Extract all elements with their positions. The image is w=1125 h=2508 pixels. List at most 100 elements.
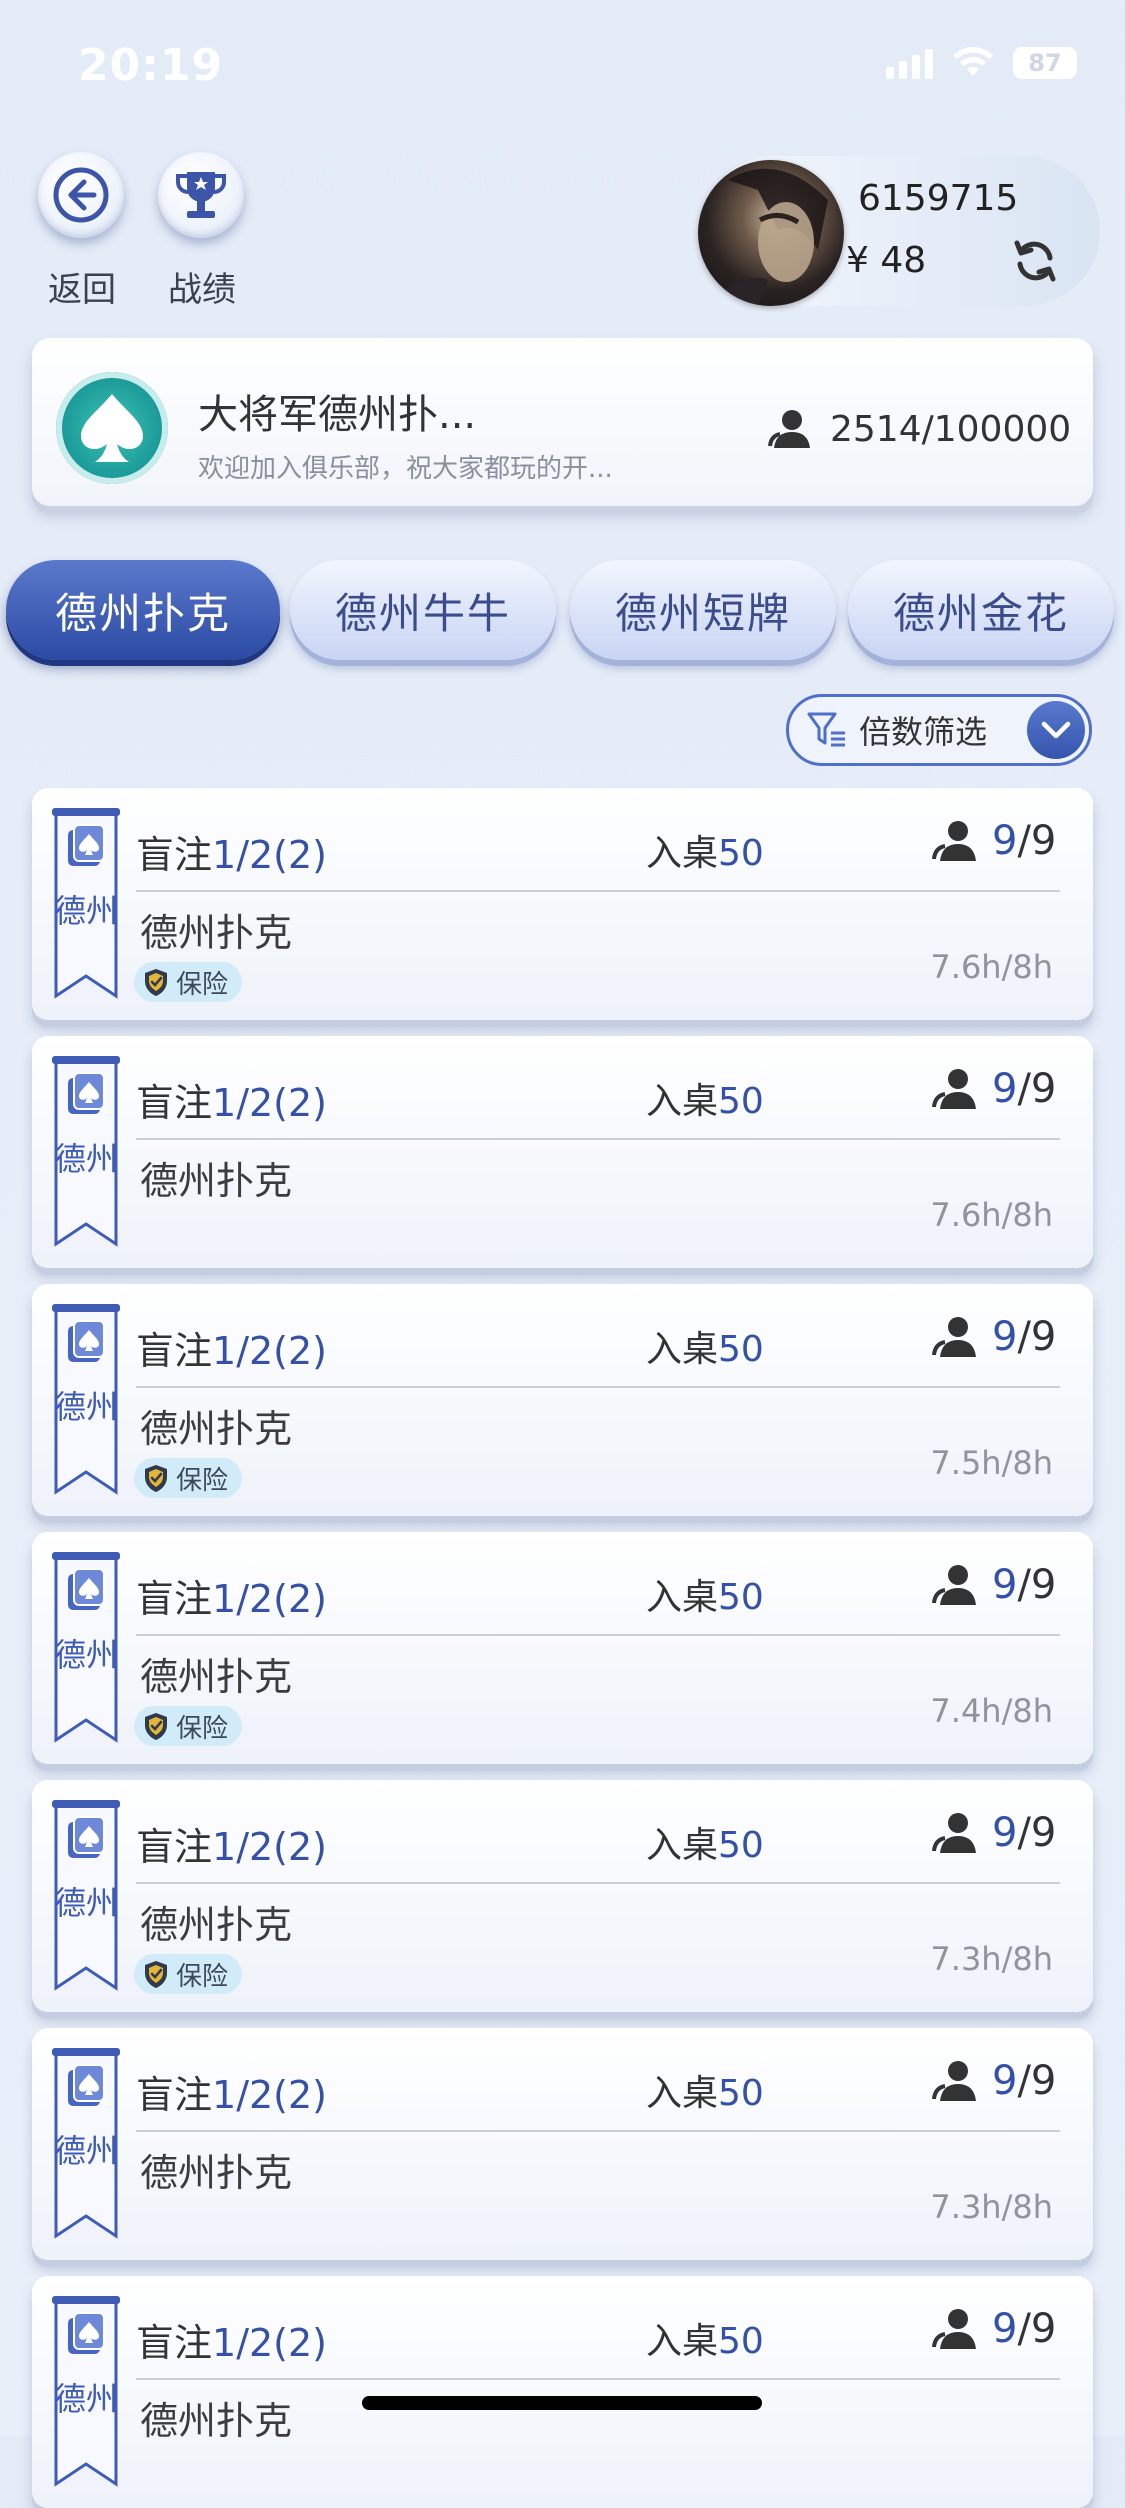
seats-info: 9/9 [930,2306,1056,2352]
shield-icon [145,1713,167,1740]
ribbon-label: 德州 [53,1884,118,1922]
divider [136,1386,1060,1388]
blind-value: 1/2(2) [212,2321,327,2365]
player-icon [932,1317,976,1357]
room-duration: 7.6h/8h [930,1196,1053,1234]
entry-value: 50 [718,1825,764,1866]
seats-info: 9/9 [930,818,1056,864]
player-icon [932,1069,976,1109]
filter-icon [807,712,845,747]
seats-info: 9/9 [930,1066,1056,1112]
room-card[interactable]: 德州 盲注1/2(2) 入桌50 9/9 德州扑克 [32,2276,1093,2508]
shield-icon [145,1961,167,1988]
divider [136,1138,1060,1140]
blind-value: 1/2(2) [212,1081,327,1125]
trophy-icon [176,172,226,218]
tab-texas-niuniu[interactable]: 德州牛牛 [290,560,556,660]
insurance-label: 保险 [176,1961,229,1992]
entry-info: 入桌50 [646,2312,764,2364]
back-label[interactable]: 返回 [22,262,142,311]
seats-total: /9 [1017,2306,1057,2352]
ribbon-label: 德州 [53,892,118,930]
entry-value: 50 [718,833,764,874]
insurance-label: 保险 [176,1713,229,1744]
ribbon-label: 德州 [53,1636,118,1674]
entry-value: 50 [718,2073,764,2114]
seats-current: 9 [992,2306,1018,2352]
entry-label: 入桌 [646,2321,719,2362]
blind-info: 盲注1/2(2) [136,1072,327,1127]
entry-info: 入桌50 [646,1816,764,1868]
room-duration: 7.5h/8h [930,1444,1053,1482]
tab-short-deck[interactable]: 德州短牌 [570,560,836,660]
blind-info: 盲注1/2(2) [136,2312,327,2367]
seats-current: 9 [992,1810,1018,1856]
blind-label: 盲注 [136,833,213,877]
entry-info: 入桌50 [646,2064,764,2116]
home-indicator[interactable] [362,2396,762,2410]
game-name: 德州扑克 [140,2151,293,2195]
cellular-signal-icon [886,47,933,79]
tab-texas-holdem[interactable]: 德州扑克 [6,560,280,660]
blind-value: 1/2(2) [212,1329,327,1373]
entry-label: 入桌 [646,1329,719,1370]
room-card[interactable]: 德州 盲注1/2(2) 入桌50 9/9 德州扑克 7.3h/8h [32,2028,1093,2260]
seats-total: /9 [1017,1314,1057,1360]
seats-current: 9 [992,1066,1018,1112]
insurance-badge: 保险 [134,962,243,1002]
game-name: 德州扑克 [140,1655,293,1699]
seats-current: 9 [992,1314,1018,1360]
user-balance: ¥ 48 [846,240,927,281]
insurance-label: 保险 [176,1465,229,1496]
status-time: 20:19 [78,40,224,91]
club-name: 大将军德州扑... [198,392,477,438]
seats-total: /9 [1017,2058,1057,2104]
back-button[interactable] [38,152,124,238]
battery-icon: 87 [1013,47,1077,79]
room-card[interactable]: 德州 盲注1/2(2) 入桌50 9/9 德州扑克 保险 7.4h/8h [32,1532,1093,1764]
blind-label: 盲注 [136,1329,213,1373]
tab-label: 德州短牌 [614,588,791,638]
avatar[interactable] [698,160,844,306]
room-duration: 7.3h/8h [930,2188,1053,2226]
blind-info: 盲注1/2(2) [136,1816,327,1871]
player-icon [932,2061,976,2101]
blind-label: 盲注 [136,1825,213,1869]
ribbon-label: 德州 [53,2132,118,2170]
record-label[interactable]: 战绩 [142,262,262,311]
room-card[interactable]: 德州 盲注1/2(2) 入桌50 9/9 德州扑克 保险 7.3h/8h [32,1780,1093,2012]
entry-label: 入桌 [646,1081,719,1122]
entry-info: 入桌50 [646,824,764,876]
refresh-icon[interactable] [1012,238,1058,284]
seats-total: /9 [1017,818,1057,864]
ribbon-label: 德州 [53,1140,118,1178]
blind-value: 1/2(2) [212,1577,327,1621]
entry-value: 50 [718,1329,764,1370]
multiplier-filter-dropdown[interactable]: 倍数筛选 [786,694,1092,766]
insurance-badge: 保险 [134,1954,243,1994]
game-name: 德州扑克 [140,1407,293,1451]
game-name: 德州扑克 [140,1159,293,1203]
player-icon [932,2309,976,2349]
tab-label: 德州金花 [892,588,1069,638]
room-card[interactable]: 德州 盲注1/2(2) 入桌50 9/9 德州扑克 7.6h/8h [32,1036,1093,1268]
room-duration: 7.4h/8h [930,1692,1053,1730]
divider [136,1882,1060,1884]
entry-label: 入桌 [646,1825,719,1866]
tab-texas-jinhua[interactable]: 德州金花 [848,560,1114,660]
game-name: 德州扑克 [140,1903,293,1947]
tab-label: 德州牛牛 [334,588,511,638]
record-button[interactable] [158,152,244,238]
blind-value: 1/2(2) [212,2073,327,2117]
room-card[interactable]: 德州 盲注1/2(2) 入桌50 9/9 德州扑克 保险 7.6h/8h [32,788,1093,1020]
shield-icon [145,1465,167,1492]
club-logo [56,372,168,484]
seats-info: 9/9 [930,1810,1056,1856]
seats-current: 9 [992,1562,1018,1608]
club-member-count: 2514/100000 [766,408,1071,450]
player-icon [932,1565,976,1605]
club-description: 欢迎加入俱乐部，祝大家都玩的开... [198,454,613,484]
seats-current: 9 [992,818,1018,864]
room-card[interactable]: 德州 盲注1/2(2) 入桌50 9/9 德州扑克 保险 7.5h/8h [32,1284,1093,1516]
insurance-label: 保险 [176,969,229,1000]
